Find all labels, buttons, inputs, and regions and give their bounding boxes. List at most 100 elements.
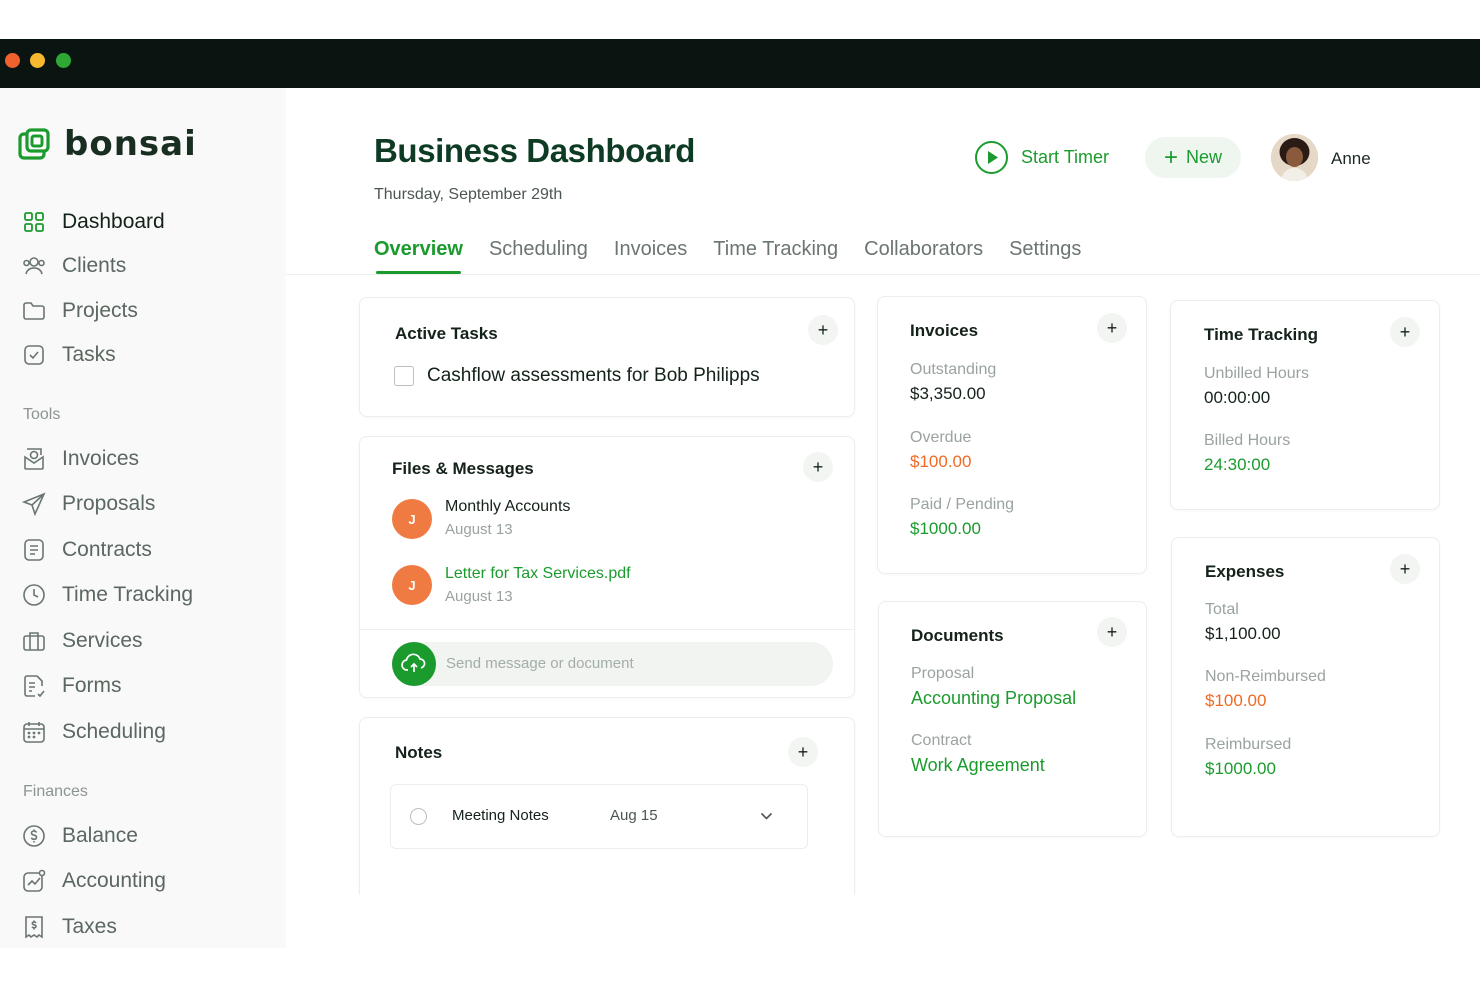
grid-icon: [20, 208, 48, 236]
chevron-down-icon[interactable]: [760, 811, 773, 821]
sidebar-item-scheduling[interactable]: Scheduling: [20, 717, 166, 747]
total-label: Total: [1205, 601, 1239, 618]
expenses-title: Expenses: [1205, 562, 1285, 581]
contract-link[interactable]: Work Agreement: [911, 755, 1045, 776]
sidebar-item-taxes[interactable]: Taxes: [20, 912, 117, 942]
contract-label: Contract: [911, 732, 972, 749]
tabs-divider: [286, 274, 1480, 275]
sidebar-item-label: Clients: [62, 254, 127, 277]
bottom-edge: [0, 948, 286, 988]
calendar-icon: [20, 718, 48, 746]
checkbox-icon: [20, 341, 48, 369]
sidebar-item-clients[interactable]: Clients: [20, 251, 126, 281]
paid-pending-value: $1000.00: [910, 519, 981, 538]
dollar-circle-icon: [20, 822, 48, 850]
user-name[interactable]: Anne: [1331, 149, 1371, 169]
sidebar-item-label: Tasks: [62, 343, 116, 366]
send-icon: [20, 490, 48, 518]
add-file-button[interactable]: +: [803, 452, 833, 482]
message-title[interactable]: Monthly Accounts: [445, 498, 570, 516]
add-expense-button[interactable]: +: [1390, 554, 1420, 584]
sidebar-item-label: Dashboard: [62, 210, 165, 233]
sidebar-item-proposals[interactable]: Proposals: [20, 489, 155, 519]
sidebar-item-time-tracking[interactable]: Time Tracking: [20, 580, 193, 610]
tab-time-tracking[interactable]: Time Tracking: [713, 238, 838, 273]
proposal-link[interactable]: Accounting Proposal: [911, 688, 1076, 709]
sidebar-item-label: Scheduling: [62, 720, 166, 743]
brand-logo[interactable]: bonsai: [18, 124, 197, 164]
sidebar-item-projects[interactable]: Projects: [20, 296, 138, 326]
message-avatar: J: [392, 499, 432, 539]
message-avatar: J: [392, 565, 432, 605]
reimbursed-label: Reimbursed: [1205, 736, 1292, 753]
sidebar-item-dashboard[interactable]: Dashboard: [20, 207, 165, 237]
chart-icon: [20, 867, 48, 895]
tab-collaborators[interactable]: Collaborators: [864, 238, 983, 273]
active-tasks-title: Active Tasks: [395, 324, 498, 343]
minimize-window-dot[interactable]: [30, 53, 45, 68]
clock-icon: [20, 581, 48, 609]
outstanding-value: $3,350.00: [910, 384, 986, 403]
users-icon: [20, 252, 48, 280]
task-text[interactable]: Cashflow assessments for Bob Philipps: [427, 365, 760, 387]
outstanding-label: Outstanding: [910, 361, 997, 378]
note-date: Aug 15: [610, 807, 658, 824]
form-icon: [20, 672, 48, 700]
sidebar-item-label: Projects: [62, 299, 138, 322]
user-avatar[interactable]: [1271, 134, 1318, 181]
sidebar-item-tasks[interactable]: Tasks: [20, 340, 116, 370]
notes-title: Notes: [395, 743, 443, 762]
start-timer-button[interactable]: Start Timer: [974, 140, 1109, 175]
message-date: August 13: [445, 588, 513, 605]
add-document-button[interactable]: +: [1097, 617, 1127, 647]
dashboard-tabs: Overview Scheduling Invoices Time Tracki…: [374, 238, 1107, 274]
task-checkbox[interactable]: [394, 366, 414, 386]
active-tasks-card: [359, 297, 855, 417]
non-reimbursed-label: Non-Reimbursed: [1205, 668, 1326, 685]
sidebar-item-label: Services: [62, 629, 143, 652]
maximize-window-dot[interactable]: [56, 53, 71, 68]
page-title: Business Dashboard: [374, 132, 696, 169]
new-button[interactable]: + New: [1145, 137, 1241, 178]
sidebar-item-forms[interactable]: Forms: [20, 671, 122, 701]
sidebar-item-invoices[interactable]: Invoices: [20, 444, 139, 474]
add-task-button[interactable]: +: [808, 315, 838, 345]
add-invoice-button[interactable]: +: [1097, 313, 1127, 343]
sidebar-item-label: Contracts: [62, 538, 152, 561]
overdue-label: Overdue: [910, 429, 972, 446]
close-window-dot[interactable]: [5, 53, 20, 68]
overdue-value: $100.00: [910, 452, 972, 471]
bonsai-logo-icon: [18, 128, 50, 160]
cloud-upload-icon: [401, 653, 426, 672]
reimbursed-value: $1000.00: [1205, 759, 1276, 778]
tools-section-label: Tools: [23, 406, 61, 423]
upload-button[interactable]: [392, 642, 436, 686]
play-icon: [975, 141, 1008, 174]
sidebar-item-contracts[interactable]: Contracts: [20, 535, 152, 565]
content-fade: [286, 895, 1480, 955]
tab-invoices[interactable]: Invoices: [614, 238, 687, 273]
sidebar-item-accounting[interactable]: Accounting: [20, 866, 166, 896]
task-item: Cashflow assessments for Bob Philipps: [394, 365, 760, 387]
message-input-placeholder: Send message or document: [446, 655, 634, 672]
sidebar-item-label: Accounting: [62, 869, 166, 892]
note-radio[interactable]: [410, 808, 427, 825]
sidebar-item-balance[interactable]: Balance: [20, 821, 138, 851]
sidebar-item-services[interactable]: Services: [20, 626, 143, 656]
invoices-title: Invoices: [910, 321, 979, 340]
divider: [360, 629, 854, 630]
new-button-label: New: [1186, 147, 1223, 167]
paid-pending-label: Paid / Pending: [910, 496, 1015, 513]
start-timer-label: Start Timer: [1021, 147, 1110, 167]
add-time-entry-button[interactable]: +: [1390, 317, 1420, 347]
billed-hours-label: Billed Hours: [1204, 432, 1291, 449]
tab-overview[interactable]: Overview: [374, 238, 463, 274]
receipt-icon: [20, 913, 48, 941]
file-link[interactable]: Letter for Tax Services.pdf: [445, 565, 631, 583]
sidebar-item-label: Invoices: [62, 447, 140, 470]
sidebar-item-label: Proposals: [62, 492, 156, 515]
add-note-button[interactable]: +: [788, 737, 818, 767]
briefcase-icon: [20, 627, 48, 655]
tab-scheduling[interactable]: Scheduling: [489, 238, 588, 273]
tab-settings[interactable]: Settings: [1009, 238, 1081, 273]
